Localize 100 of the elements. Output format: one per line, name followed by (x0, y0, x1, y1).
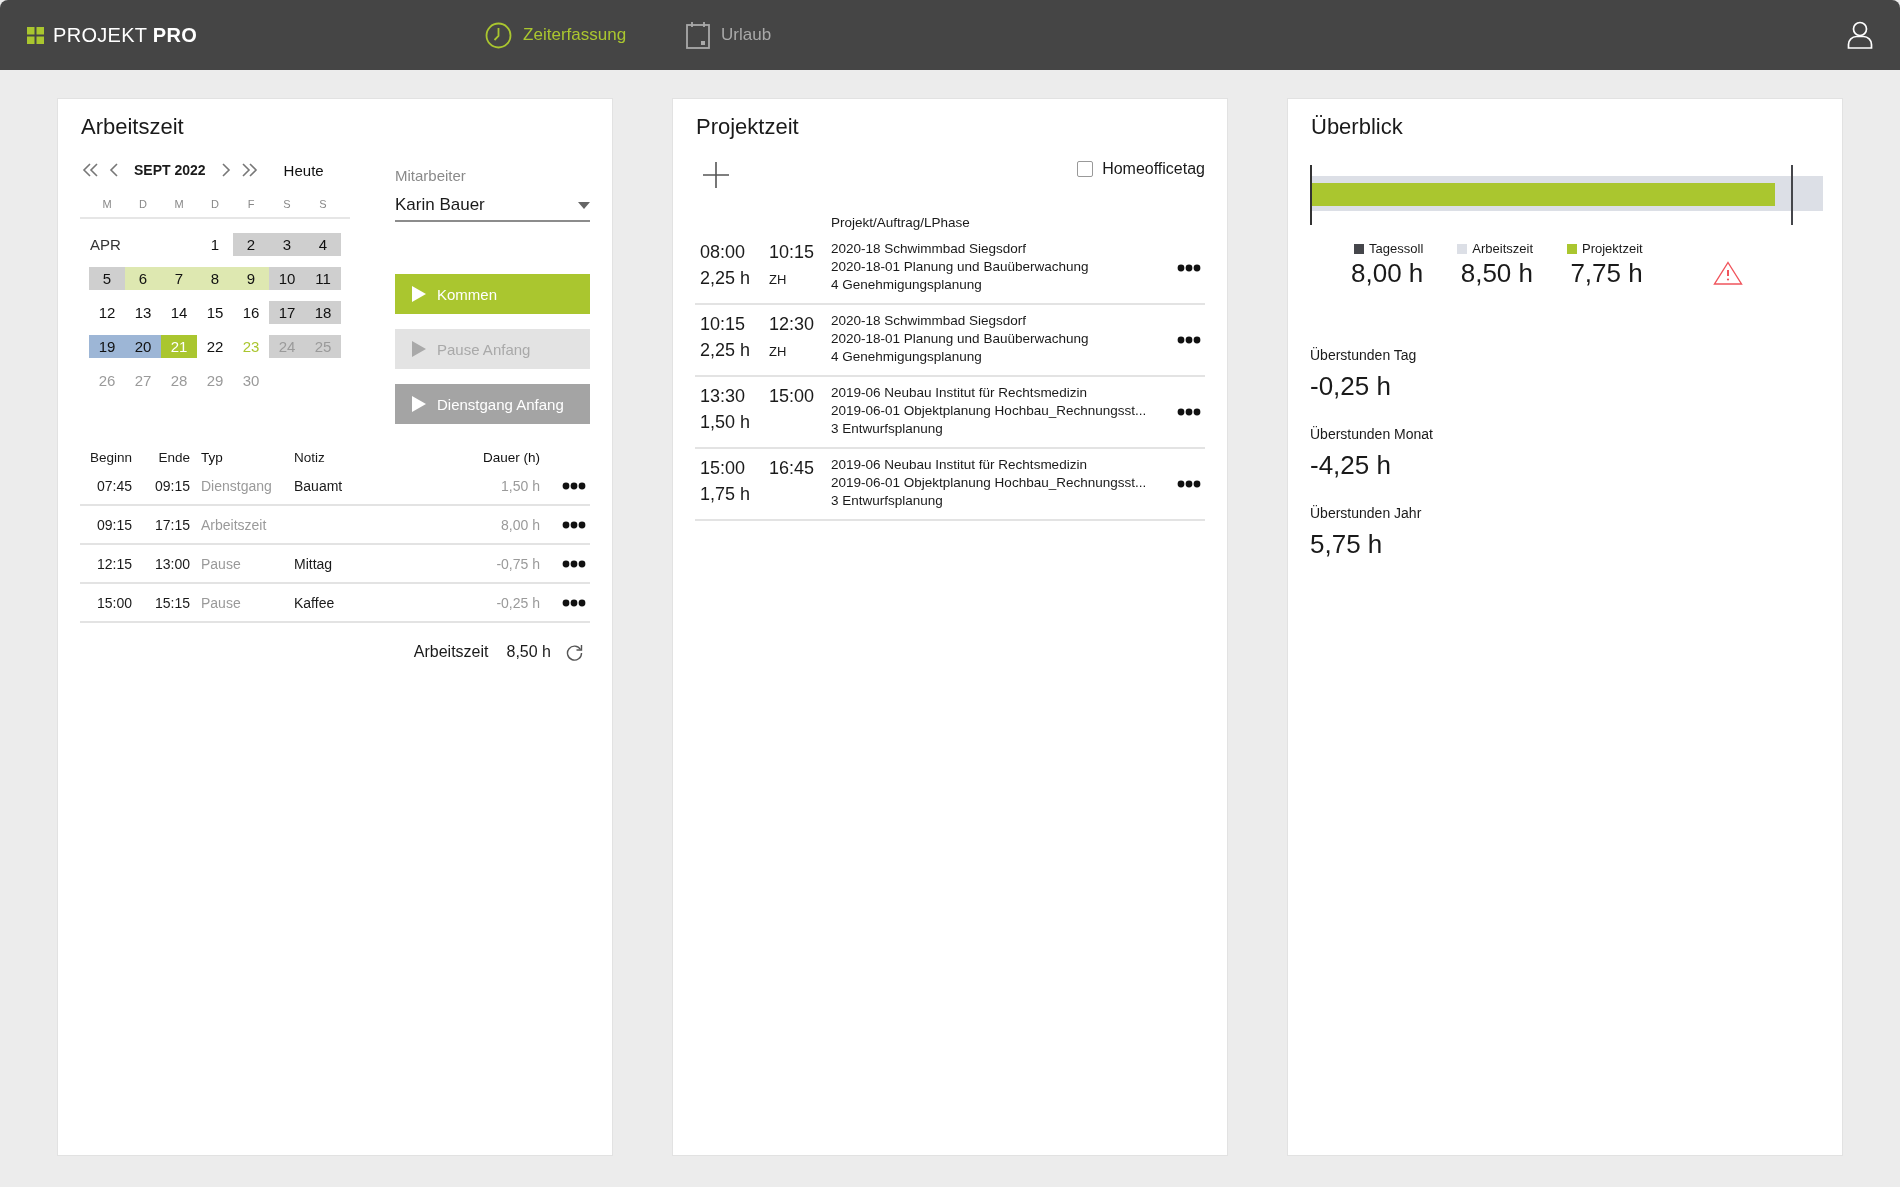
more-icon[interactable] (1177, 264, 1201, 272)
project-line: 2019-06-01 Objektplanung Hochbau_Rechnungsst... (831, 402, 1148, 419)
duration: 1,75 h (700, 483, 752, 505)
nav-tab[interactable]: Zeiterfassung (485, 21, 627, 49)
plus-icon[interactable] (702, 161, 730, 189)
calendar-day[interactable]: 8 (197, 267, 233, 290)
panel-title: Arbeitszeit (81, 113, 184, 141)
employee-dropdown[interactable]: Karin Bauer (395, 190, 590, 222)
table-cell-text: Bauamt (293, 477, 344, 494)
end-time: 10:15 (769, 241, 816, 263)
duration: 1,50 h (700, 411, 752, 433)
weekday-label: D (138, 198, 148, 210)
more-icon[interactable] (562, 559, 586, 568)
code-label: ZH (769, 344, 788, 359)
calendar-day[interactable]: 14 (161, 301, 197, 324)
table-cell-text: Dienstgang (200, 477, 273, 494)
chevron-left-icon[interactable] (109, 163, 118, 177)
project-line: 2020-18-01 Planung und Bauüberwachung (831, 258, 1090, 275)
legend-value: 7,75 h (1570, 257, 1643, 289)
legend-value: 8,50 h (1460, 257, 1533, 289)
today-link[interactable]: Heute (283, 161, 324, 179)
calendar-day[interactable]: 9 (233, 267, 269, 290)
column-header: Typ (200, 449, 224, 465)
stat-label: Überstunden Monat (1310, 426, 1434, 442)
calendar-day[interactable]: 7 (161, 267, 197, 290)
month-label: APR (89, 235, 122, 255)
calendar-day[interactable]: 13 (125, 301, 161, 324)
weekday-label: S (282, 198, 292, 210)
calendar-day[interactable]: 4 (305, 233, 341, 256)
start-time: 15:00 (700, 457, 747, 479)
calendar-day[interactable]: 18 (305, 301, 341, 324)
project-line: 2019-06-01 Objektplanung Hochbau_Rechnungsst... (831, 474, 1148, 491)
caret-down-icon (578, 201, 590, 209)
clock-icon (485, 21, 513, 49)
legend-label: Arbeitszeit (1472, 241, 1533, 256)
double-chevron-right-icon[interactable] (240, 163, 258, 177)
month-label: SEPT 2022 (134, 162, 206, 178)
table-cell-text: 1,50 h (500, 477, 540, 494)
calendar-day[interactable]: 15 (197, 301, 233, 324)
duration: 2,25 h (700, 267, 752, 289)
calendar-day[interactable]: 11 (305, 267, 341, 290)
calendar-day[interactable]: 2 (233, 233, 269, 256)
checkbox[interactable] (1077, 161, 1094, 177)
double-chevron-left-icon[interactable] (82, 163, 99, 177)
stat-value: 5,75 h (1310, 529, 1384, 560)
weekday-label: F (246, 198, 256, 210)
calendar-day[interactable]: 3 (269, 233, 305, 256)
calendar-day[interactable]: 5 (89, 267, 125, 290)
more-icon[interactable] (1177, 408, 1201, 416)
total-value: 8,50 h (506, 643, 551, 661)
calendar-day[interactable]: 12 (89, 301, 125, 324)
table-cell-text: Pause (200, 594, 242, 611)
legend-label: Tagessoll (1369, 241, 1424, 256)
column-header: Projekt/Auftrag/LPhase (830, 214, 971, 232)
checkbox-label[interactable]: Homeofficetag (1102, 160, 1205, 178)
project-line: 4 Genehmigungsplanung (831, 348, 983, 365)
legend-label: Projektzeit (1582, 241, 1643, 256)
more-icon[interactable] (562, 520, 586, 529)
play-icon (412, 286, 426, 302)
table-cell-text: -0,25 h (495, 594, 540, 611)
more-icon[interactable] (1177, 336, 1201, 344)
table-cell-text: 17:15 (153, 516, 190, 533)
more-icon[interactable] (562, 481, 586, 490)
weekday-label: M (173, 198, 185, 210)
column-header: Notiz (293, 449, 326, 465)
table-cell-text: 8,00 h (500, 516, 540, 533)
weekday-label: S (318, 198, 328, 210)
table-cell-text: Mittag (293, 555, 334, 572)
calendar-day[interactable]: 19 (89, 335, 125, 358)
calendar-day[interactable]: 6 (125, 267, 161, 290)
nav-tab[interactable]: Urlaub (686, 21, 772, 49)
table-cell-text: 09:15 (153, 477, 190, 494)
project-line: 2020-18 Schwimmbad Siegsdorf (831, 312, 1028, 329)
stat-value: -0,25 h (1310, 371, 1392, 402)
stat-value: -4,25 h (1310, 450, 1392, 481)
calendar-day[interactable]: 17 (269, 301, 305, 324)
project-line: 2020-18-01 Planung und Bauüberwachung (831, 330, 1090, 347)
project-line: 3 Entwurfsplanung (831, 420, 944, 437)
calendar-day[interactable]: 16 (233, 301, 269, 324)
start-time: 13:30 (700, 385, 747, 407)
calendar-day[interactable]: 20 (125, 335, 161, 358)
table-cell-text: 15:15 (153, 594, 190, 611)
table-cell-text: Arbeitszeit (200, 516, 268, 533)
chevron-right-icon[interactable] (221, 163, 231, 177)
user-icon[interactable] (1847, 21, 1873, 49)
project-line: 2019-06 Neubau Institut für Rechtsmedizin (831, 456, 1088, 473)
end-time: 12:30 (769, 313, 816, 335)
panel-title: Projektzeit (696, 113, 799, 141)
refresh-icon[interactable] (566, 643, 583, 661)
start-time: 08:00 (700, 241, 747, 263)
calendar-day[interactable]: 1 (197, 233, 233, 256)
calendar-day[interactable]: 22 (197, 335, 233, 358)
table-cell-text: Pause (200, 555, 242, 572)
field-label: Mitarbeiter (395, 167, 467, 184)
panel-title: Überblick (1311, 113, 1403, 141)
column-header: Dauer (h) (481, 449, 540, 465)
calendar-day[interactable]: 10 (269, 267, 305, 290)
more-icon[interactable] (1177, 480, 1201, 488)
duration: 2,25 h (700, 339, 752, 361)
more-icon[interactable] (562, 598, 586, 607)
